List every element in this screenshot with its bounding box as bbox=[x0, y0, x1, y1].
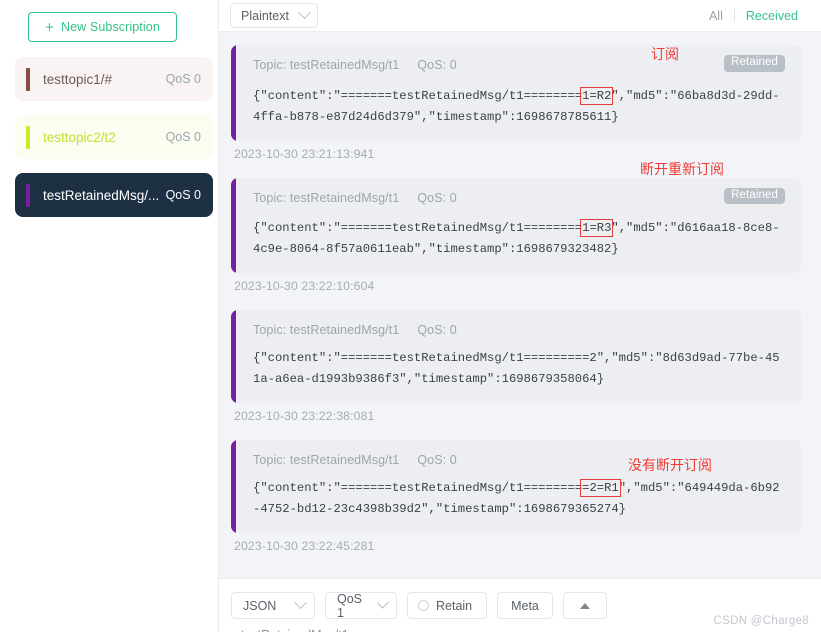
payload-highlight: 1=R3 bbox=[580, 219, 614, 237]
message-topic: Topic: testRetainedMsg/t1 bbox=[253, 323, 400, 337]
subscription-topic: testtopic2/t2 bbox=[43, 129, 116, 145]
message-card[interactable]: Topic: testRetainedMsg/t1 QoS: 0 Retaine… bbox=[231, 177, 801, 273]
message-accent-bar bbox=[231, 440, 236, 533]
publish-qos-value: QoS 1 bbox=[337, 591, 363, 620]
message-list[interactable]: Topic: testRetainedMsg/t1 QoS: 0 Retaine… bbox=[219, 32, 821, 578]
message-accent-bar bbox=[231, 45, 236, 141]
payload-pre: {"content":"=======testRetainedMsg/t1===… bbox=[253, 88, 583, 103]
subscription-topic: testtopic1/# bbox=[43, 71, 113, 87]
message-item: Topic: testRetainedMsg/t1 QoS: 0 Retaine… bbox=[231, 177, 801, 308]
publish-format-value: JSON bbox=[243, 598, 277, 613]
message-payload: {"content":"=======testRetainedMsg/t1===… bbox=[253, 218, 785, 260]
message-item: Topic: testRetainedMsg/t1 QoS: 0 {"conte… bbox=[231, 310, 801, 437]
new-subscription-button[interactable]: + New Subscription bbox=[28, 12, 177, 42]
publish-qos-select[interactable]: QoS 1 bbox=[325, 591, 397, 620]
message-item: Topic: testRetainedMsg/t1 QoS: 0 Retaine… bbox=[231, 45, 801, 175]
message-card[interactable]: Topic: testRetainedMsg/t1 QoS: 0 {"conte… bbox=[231, 310, 801, 403]
sidebar-item-testtopic1[interactable]: testtopic1/# QoS 0 bbox=[15, 57, 213, 101]
chevron-down-icon bbox=[298, 6, 311, 20]
collapse-button[interactable] bbox=[563, 592, 607, 619]
subscriptions-sidebar: + New Subscription testtopic1/# QoS 0 te… bbox=[0, 0, 218, 632]
message-timestamp: 2023-10-30 23:22:10:604 bbox=[234, 279, 375, 293]
payload-highlight: 1=R2 bbox=[580, 86, 614, 105]
chevron-down-icon bbox=[376, 596, 390, 609]
message-item: Topic: testRetainedMsg/t1 QoS: 0 {"conte… bbox=[231, 440, 801, 567]
color-bar bbox=[26, 126, 30, 149]
message-qos: QoS: 0 bbox=[417, 323, 457, 337]
message-header: Topic: testRetainedMsg/t1 QoS: 0 Retaine… bbox=[253, 55, 785, 75]
color-bar bbox=[26, 184, 30, 207]
status-badge: Retained bbox=[724, 55, 785, 72]
message-filter-tabs: All Received bbox=[698, 9, 809, 23]
message-accent-bar bbox=[231, 310, 236, 403]
publish-topic-field[interactable]: testRetainedMsg/t1 bbox=[241, 628, 349, 632]
tab-received[interactable]: Received bbox=[735, 9, 809, 23]
payload-format-select[interactable]: Plaintext bbox=[230, 3, 318, 28]
message-payload: {"content":"=======testRetainedMsg/t1===… bbox=[253, 348, 785, 390]
chevron-down-icon bbox=[294, 596, 307, 610]
message-header: Topic: testRetainedMsg/t1 QoS: 0 Retaine… bbox=[253, 187, 785, 208]
radio-icon bbox=[418, 600, 429, 611]
publish-format-select[interactable]: JSON bbox=[231, 592, 315, 619]
message-timestamp: 2023-10-30 23:22:38:081 bbox=[234, 409, 375, 423]
message-topic: Topic: testRetainedMsg/t1 bbox=[253, 190, 400, 205]
message-timestamp: 2023-10-30 23:22:45:281 bbox=[234, 539, 375, 553]
tab-all[interactable]: All bbox=[698, 9, 734, 23]
subscription-qos: QoS 0 bbox=[165, 130, 201, 144]
watermark: CSDN @Charge8 bbox=[713, 615, 809, 627]
message-accent-bar bbox=[231, 177, 236, 273]
message-card[interactable]: Topic: testRetainedMsg/t1 QoS: 0 Retaine… bbox=[231, 45, 801, 141]
meta-button[interactable]: Meta bbox=[497, 592, 553, 619]
color-bar bbox=[26, 68, 30, 91]
message-qos: QoS: 0 bbox=[417, 190, 457, 205]
message-toolbar: Plaintext All Received bbox=[219, 0, 821, 32]
message-qos: QoS: 0 bbox=[417, 58, 457, 72]
plus-icon: + bbox=[45, 18, 54, 36]
sidebar-item-testtopic2[interactable]: testtopic2/t2 QoS 0 bbox=[15, 115, 213, 159]
payload-pre: {"content":"=======testRetainedMsg/t1===… bbox=[253, 351, 780, 386]
subscription-topic: testRetainedMsg/... bbox=[43, 187, 160, 203]
payload-format-value: Plaintext bbox=[241, 8, 289, 23]
message-topic: Topic: testRetainedMsg/t1 bbox=[253, 58, 400, 72]
message-header: Topic: testRetainedMsg/t1 QoS: 0 bbox=[253, 453, 785, 467]
retain-toggle[interactable]: Retain bbox=[407, 592, 487, 619]
status-badge: Retained bbox=[724, 187, 785, 204]
chevron-up-icon bbox=[580, 602, 590, 609]
sidebar-item-testretainedmsg[interactable]: testRetainedMsg/... QoS 0 bbox=[15, 173, 213, 217]
publish-toolbar: JSON QoS 1 Retain Meta CSDN @Charge8 tes… bbox=[219, 578, 821, 632]
new-subscription-label: New Subscription bbox=[61, 20, 160, 34]
message-topic: Topic: testRetainedMsg/t1 bbox=[253, 453, 400, 467]
subscription-qos: QoS 0 bbox=[165, 72, 201, 86]
retain-label: Retain bbox=[436, 598, 473, 613]
subscription-qos: QoS 0 bbox=[165, 188, 201, 202]
payload-highlight: =2=R1 bbox=[580, 479, 621, 497]
message-payload: {"content":"=======testRetainedMsg/t1===… bbox=[253, 478, 785, 520]
panel-divider bbox=[218, 0, 219, 632]
message-timestamp: 2023-10-30 23:21:13:941 bbox=[234, 146, 375, 161]
payload-pre: {"content":"=======testRetainedMsg/t1===… bbox=[253, 221, 583, 235]
message-panel: Plaintext All Received Topic: testRetain… bbox=[218, 0, 821, 632]
message-qos: QoS: 0 bbox=[417, 453, 457, 467]
subscription-list: testtopic1/# QoS 0 testtopic2/t2 QoS 0 t… bbox=[10, 57, 213, 217]
payload-pre: {"content":"=======testRetainedMsg/t1===… bbox=[253, 481, 583, 495]
message-header: Topic: testRetainedMsg/t1 QoS: 0 bbox=[253, 323, 785, 337]
message-card[interactable]: Topic: testRetainedMsg/t1 QoS: 0 {"conte… bbox=[231, 440, 801, 533]
meta-label: Meta bbox=[511, 598, 539, 613]
message-payload: {"content":"=======testRetainedMsg/t1===… bbox=[253, 86, 785, 128]
app-root: + New Subscription testtopic1/# QoS 0 te… bbox=[0, 0, 821, 632]
